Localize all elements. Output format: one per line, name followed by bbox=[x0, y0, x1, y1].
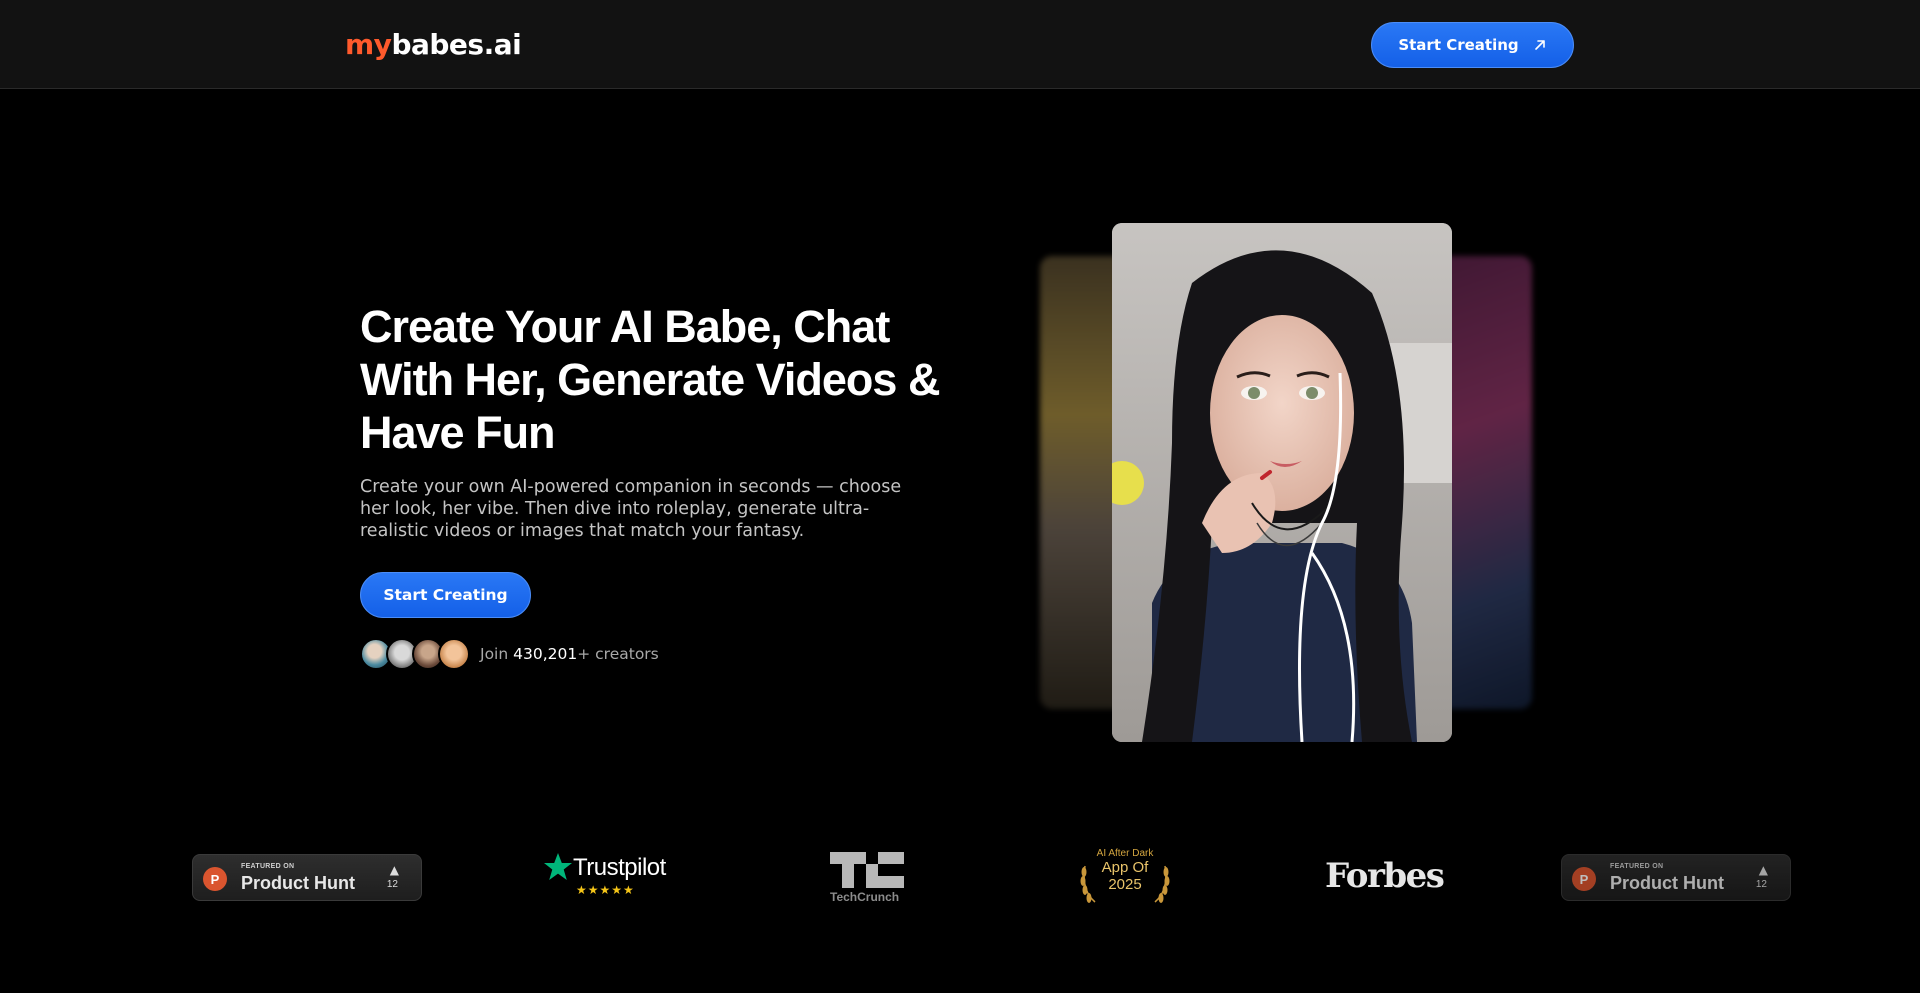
social-proof-text: Join 430,201+ creators bbox=[480, 645, 659, 663]
techcrunch-name: TechCrunch bbox=[830, 890, 900, 904]
creator-avatars bbox=[360, 638, 470, 670]
forbes-logo[interactable]: Forbes bbox=[1325, 856, 1445, 896]
social-proof: Join 430,201+ creators bbox=[360, 638, 659, 670]
social-join: Join bbox=[480, 645, 509, 663]
product-hunt-votes: 12 bbox=[1755, 879, 1767, 890]
header-cta-label: Start Creating bbox=[1398, 36, 1519, 54]
site-header: mybabes.ai Start Creating bbox=[0, 0, 1920, 89]
upvote-arrow-icon: ▲ bbox=[1758, 863, 1768, 877]
trustpilot-star-icon bbox=[544, 853, 572, 880]
hero-title: Create Your AI Babe, Chat With Her, Gene… bbox=[360, 301, 940, 458]
hero-start-creating-button[interactable]: Start Creating bbox=[360, 572, 531, 618]
product-hunt-badge-left[interactable]: P FEATURED ON Product Hunt ▲ 12 bbox=[192, 854, 422, 901]
product-hunt-votes: 12 bbox=[386, 879, 398, 890]
product-hunt-name: Product Hunt bbox=[1610, 873, 1724, 893]
header-start-creating-button[interactable]: Start Creating bbox=[1371, 22, 1574, 68]
logo-rest: babes.ai bbox=[391, 28, 522, 61]
trustpilot-badge[interactable]: Trustpilot ★★★★★ bbox=[543, 852, 673, 902]
trustpilot-name: Trustpilot bbox=[573, 854, 666, 881]
product-hunt-name: Product Hunt bbox=[241, 873, 355, 893]
laurel-right-icon bbox=[1154, 865, 1170, 903]
logo-prefix: my bbox=[345, 28, 392, 61]
product-hunt-featured-text: FEATURED ON bbox=[241, 863, 295, 870]
arrow-up-right-icon bbox=[1534, 40, 1545, 50]
creator-count: 430,201 bbox=[513, 645, 578, 663]
site-logo[interactable]: mybabes.ai bbox=[345, 28, 522, 61]
social-suffix: + creators bbox=[577, 645, 659, 663]
portrait-illustration bbox=[1112, 223, 1452, 742]
laurel-left-icon bbox=[1080, 865, 1096, 903]
techcrunch-tc-icon bbox=[830, 852, 904, 888]
avatar bbox=[438, 638, 470, 670]
upvote-arrow-icon: ▲ bbox=[389, 863, 399, 877]
app-of-year-award-badge[interactable]: AI After Dark App Of 2025 bbox=[1077, 848, 1173, 908]
trustpilot-rating-stars: ★★★★★ bbox=[576, 883, 635, 897]
product-hunt-p-icon: P bbox=[203, 867, 227, 891]
award-line1: AI After Dark bbox=[1096, 848, 1154, 859]
hero-subtitle: Create your own AI-powered companion in … bbox=[360, 477, 902, 541]
product-hunt-badge-right[interactable]: P FEATURED ON Product Hunt ▲ 12 bbox=[1561, 854, 1791, 901]
techcrunch-badge[interactable]: TechCrunch bbox=[830, 852, 904, 904]
product-hunt-featured-text: FEATURED ON bbox=[1610, 863, 1664, 870]
product-hunt-p-icon: P bbox=[1572, 867, 1596, 891]
hero-portrait-image bbox=[1112, 223, 1452, 742]
